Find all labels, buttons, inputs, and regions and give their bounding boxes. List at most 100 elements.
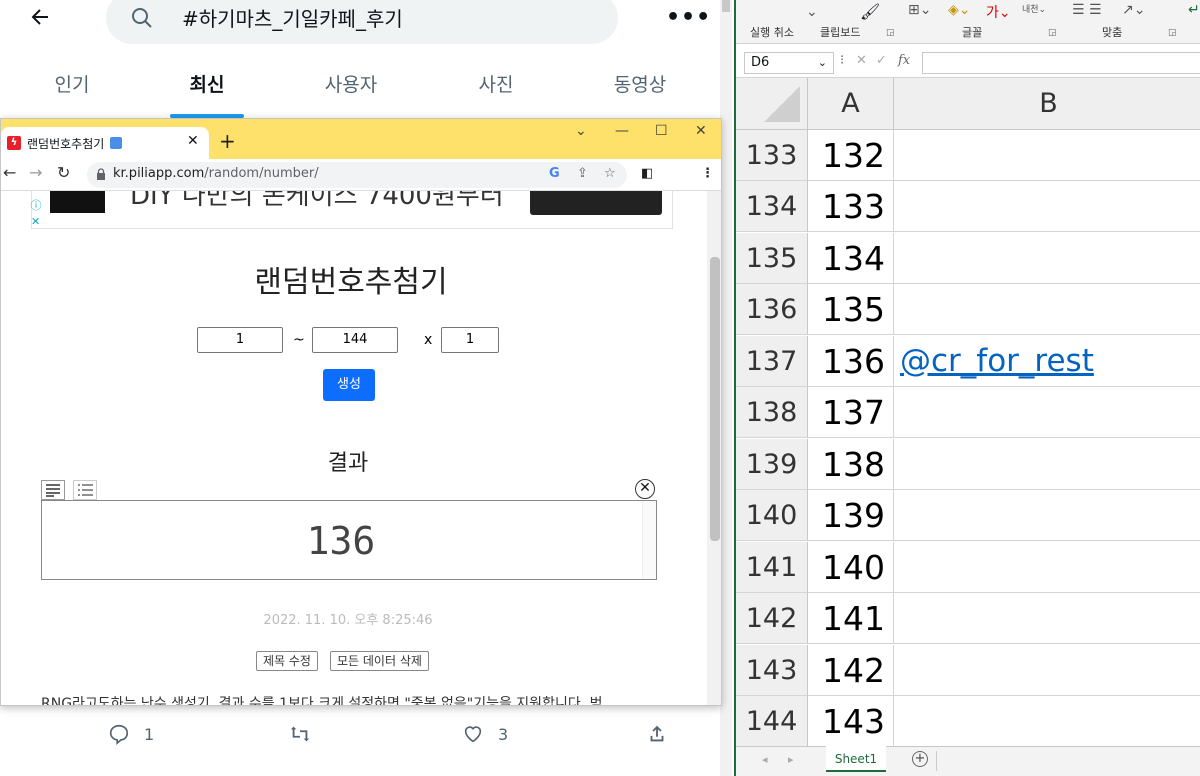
minimize-icon[interactable]: — <box>615 123 629 139</box>
cell-a[interactable]: 134 <box>808 233 894 284</box>
sheet-tab[interactable]: Sheet1 <box>826 746 886 772</box>
reply-button[interactable]: 1 <box>108 722 154 746</box>
row-header[interactable]: 144 <box>736 696 808 747</box>
borders-icon[interactable]: ⊞⌄ <box>908 2 931 18</box>
row-header[interactable]: 140 <box>736 490 808 541</box>
search-query-text[interactable]: #하기마츠_기일카페_후기 <box>182 3 403 32</box>
next-sheet-icon[interactable]: ▸ <box>788 753 794 766</box>
formula-input[interactable] <box>922 52 1200 74</box>
cell-a[interactable]: 142 <box>808 645 894 696</box>
page-scrollbar-thumb[interactable] <box>722 0 730 12</box>
tab-people[interactable]: 사용자 <box>291 70 411 97</box>
tab-search-icon[interactable]: ⌄ <box>575 123 587 139</box>
phonetic-icon[interactable]: 내천⌄ <box>1022 2 1046 15</box>
min-number-input[interactable]: 1 <box>197 327 283 353</box>
new-tab-icon[interactable]: + <box>219 129 236 153</box>
cell-b[interactable] <box>894 696 1200 747</box>
row-header[interactable]: 141 <box>736 542 808 593</box>
browser-tab[interactable]: ϟ 랜덤번호추첨기 <box>1 127 209 159</box>
bookmark-star-icon[interactable]: ☆ <box>604 166 616 181</box>
row-header[interactable]: 133 <box>736 130 808 181</box>
delete-all-data-button[interactable]: 모든 데이터 삭제 <box>330 651 429 671</box>
font-color-icon[interactable]: 가⌄ <box>986 2 1011 22</box>
back-icon[interactable]: ← <box>3 163 16 182</box>
tab-photos[interactable]: 사진 <box>436 70 556 97</box>
insert-function-icon[interactable]: fx <box>898 53 910 68</box>
count-input[interactable]: 1 <box>441 327 499 353</box>
cell-a[interactable]: 132 <box>808 130 894 181</box>
prev-sheet-icon[interactable]: ◂ <box>762 753 768 766</box>
cell-b[interactable] <box>894 593 1200 644</box>
hyperlink-cell[interactable]: @cr_for_rest <box>894 336 1200 387</box>
row-header[interactable]: 134 <box>736 181 808 232</box>
paste-icon[interactable]: ⌄ <box>806 4 818 20</box>
ad-cta-button[interactable] <box>530 191 662 215</box>
close-window-icon[interactable]: ✕ <box>695 123 707 139</box>
cell-a[interactable]: 143 <box>808 696 894 747</box>
cancel-entry-icon[interactable]: ✕ <box>856 53 867 68</box>
cell-a[interactable]: 140 <box>808 542 894 593</box>
forward-icon[interactable]: → <box>29 163 42 182</box>
cell-b[interactable] <box>894 439 1200 490</box>
back-arrow-icon[interactable] <box>28 5 52 29</box>
select-all-corner[interactable] <box>736 78 808 130</box>
column-header-b[interactable]: B <box>894 78 1200 130</box>
lock-icon[interactable] <box>96 168 106 180</box>
max-number-input[interactable]: 144 <box>312 327 398 353</box>
cell-b[interactable] <box>894 645 1200 696</box>
clipboard-launcher-icon[interactable]: ◲ <box>886 28 895 38</box>
name-box[interactable]: D6 ⌄ <box>744 52 834 74</box>
clear-result-icon[interactable]: ✕ <box>635 479 655 499</box>
reload-icon[interactable]: ↻ <box>57 163 70 182</box>
side-panel-icon[interactable]: ◧ <box>641 166 653 181</box>
tab-latest[interactable]: 최신 <box>147 70 267 97</box>
text-view-icon[interactable] <box>41 480 65 500</box>
column-header-a[interactable]: A <box>808 78 894 130</box>
format-painter-icon[interactable]: 🖌 <box>860 2 880 21</box>
google-lens-icon[interactable]: G <box>549 166 560 181</box>
url-text[interactable]: kr.piliapp.com/random/number/ <box>113 166 319 181</box>
share-button[interactable] <box>646 722 668 746</box>
share-page-icon[interactable]: ⇪ <box>577 166 588 181</box>
cell-b[interactable] <box>894 542 1200 593</box>
cell-a[interactable]: 133 <box>808 181 894 232</box>
cell-b[interactable] <box>894 490 1200 541</box>
align-icon[interactable]: ☰ ☰ <box>1072 2 1102 18</box>
cell-b[interactable] <box>894 130 1200 181</box>
row-header[interactable]: 137 <box>736 336 808 387</box>
fill-color-icon[interactable]: ◈⌄ <box>948 2 971 18</box>
more-options-icon[interactable]: ••• <box>666 5 711 30</box>
generate-button[interactable]: 생성 <box>323 369 375 401</box>
maximize-icon[interactable]: ☐ <box>655 123 668 139</box>
menu-kebab-icon[interactable]: ⋮ <box>701 166 714 181</box>
cell-b[interactable] <box>894 284 1200 335</box>
close-tab-icon[interactable]: ✕ <box>187 133 199 149</box>
cell-a[interactable]: 141 <box>808 593 894 644</box>
row-header[interactable]: 135 <box>736 233 808 284</box>
alignment-launcher-icon[interactable]: ◲ <box>1168 28 1177 38</box>
ad-close-icon[interactable]: ✕ <box>31 215 40 228</box>
cell-b[interactable] <box>894 233 1200 284</box>
cell-a[interactable]: 139 <box>808 490 894 541</box>
cell-a[interactable]: 137 <box>808 387 894 438</box>
advertisement-banner[interactable]: DIY 나만의 폰케이스 7400원부터 <box>31 191 673 229</box>
cell-a[interactable]: 135 <box>808 284 894 335</box>
add-sheet-icon[interactable]: + <box>912 751 928 767</box>
wrap-text-icon[interactable]: ↵ <box>1188 2 1200 18</box>
cell-b[interactable] <box>894 387 1200 438</box>
edit-title-button[interactable]: 제목 수정 <box>256 651 318 671</box>
row-header[interactable]: 143 <box>736 645 808 696</box>
retweet-button[interactable] <box>288 722 312 746</box>
confirm-entry-icon[interactable]: ✓ <box>876 53 887 68</box>
list-view-icon[interactable] <box>73 480 97 500</box>
row-header[interactable]: 138 <box>736 387 808 438</box>
font-launcher-icon[interactable]: ◲ <box>1048 28 1057 38</box>
cell-a[interactable]: 136 <box>808 336 894 387</box>
tab-videos[interactable]: 동영상 <box>580 70 700 97</box>
like-button[interactable]: 3 <box>462 722 508 746</box>
cell-a[interactable]: 138 <box>808 439 894 490</box>
orientation-icon[interactable]: ↗⌄ <box>1122 2 1145 18</box>
row-header[interactable]: 139 <box>736 439 808 490</box>
row-header[interactable]: 136 <box>736 284 808 335</box>
ad-info-icon[interactable]: ⓘ <box>29 199 43 213</box>
